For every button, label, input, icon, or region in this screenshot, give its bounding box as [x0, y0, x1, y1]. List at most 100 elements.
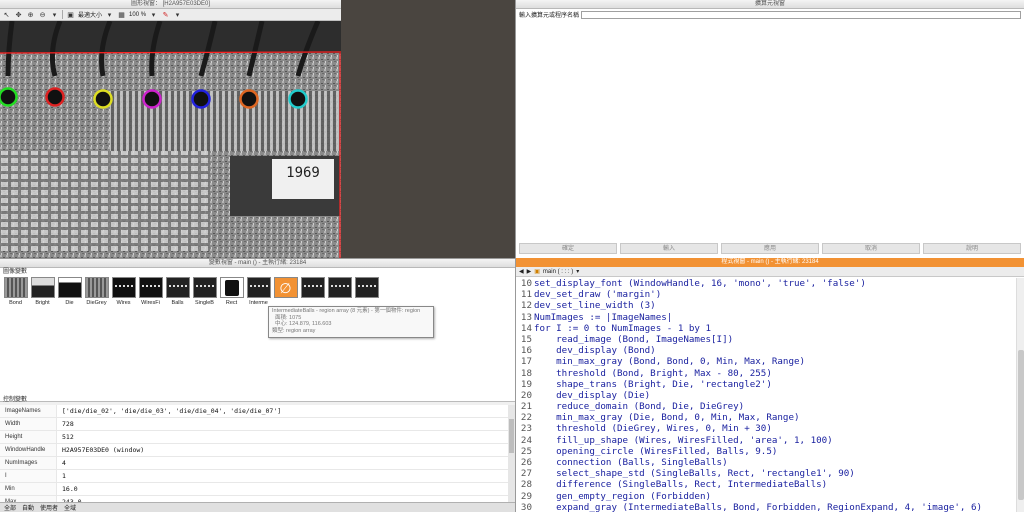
workspace-background: [341, 0, 515, 258]
ok-button[interactable]: 確定: [519, 243, 617, 254]
chevron-down-icon[interactable]: ▾: [149, 10, 158, 19]
code-editor[interactable]: 10 set_display_font (WindowHandle, 16, 'm…: [516, 278, 1016, 512]
code-line[interactable]: 21 reduce_domain (Bond, Die, DieGrey): [516, 401, 1016, 412]
back-icon[interactable]: ◀: [519, 268, 524, 275]
help-button[interactable]: 說明: [923, 243, 1021, 254]
code-line[interactable]: 27 select_shape_std (SingleBalls, Rect, …: [516, 468, 1016, 479]
line-number: 24: [520, 434, 532, 446]
zoom-percent-select[interactable]: 100 %: [129, 12, 146, 18]
iconic-variable-item[interactable]: Wires: [111, 277, 136, 306]
line-number: 14: [520, 322, 532, 334]
iconic-variable-item[interactable]: [300, 277, 325, 306]
code-line[interactable]: 29 gen_empty_region (Forbidden): [516, 491, 1016, 502]
line-number: 16: [520, 345, 532, 357]
code-line[interactable]: 20 dev_display (Die): [516, 390, 1016, 401]
code-line[interactable]: 23 threshold (DieGrey, Wires, 0, Min + 3…: [516, 423, 1016, 434]
control-variable-row[interactable]: NumImages 4: [0, 457, 515, 470]
code-text: select_shape_std (SingleBalls, Rect, 're…: [534, 468, 855, 480]
control-variables-scrollbar[interactable]: [508, 405, 515, 503]
graphics-window: 圖形視窗： [H2A957E03DE0] ↖ ✥ ⊕ ⊖ ▾ ▣ 最適大小 ▾ …: [0, 0, 341, 258]
iconic-variable-item[interactable]: SingleB: [192, 277, 217, 306]
control-variable-row[interactable]: ImageNames ['die/die_02', 'die/die_03', '…: [0, 405, 515, 418]
tab-auto[interactable]: 自動: [22, 503, 34, 512]
line-number: 13: [520, 311, 532, 323]
chevron-down-icon[interactable]: ▾: [576, 268, 579, 275]
iconic-variable-item[interactable]: Interme: [246, 277, 271, 306]
control-variable-row[interactable]: I1: [0, 470, 515, 483]
control-variable-row[interactable]: Width 728: [0, 418, 515, 431]
iconic-variable-item[interactable]: Bright: [30, 277, 55, 306]
iconic-variable-item[interactable]: [327, 277, 352, 306]
iconic-variable-item[interactable]: Bond: [3, 277, 28, 306]
color-tool-icon[interactable]: ✎: [161, 10, 170, 19]
iconic-variable-item[interactable]: Rect: [219, 277, 244, 306]
zoom-level-icon[interactable]: ▦: [117, 10, 126, 19]
zoom-in-icon[interactable]: ⊕: [26, 10, 35, 19]
iconic-variable-item[interactable]: DieGrey: [84, 277, 109, 306]
control-variable-row[interactable]: Height 512: [0, 431, 515, 444]
code-line[interactable]: 22 min_max_gray (Die, Bond, 0, Min, Max,…: [516, 412, 1016, 423]
code-line[interactable]: 28 difference (SingleBalls, Rect, Interm…: [516, 479, 1016, 490]
pointer-icon[interactable]: ↖: [2, 10, 11, 19]
chevron-down-icon[interactable]: ▾: [105, 10, 114, 19]
iconic-variable-item[interactable]: [354, 277, 379, 306]
procedure-icon[interactable]: ▣: [534, 268, 540, 275]
control-variable-row[interactable]: Min 16.0: [0, 483, 515, 496]
operator-name-input[interactable]: [581, 10, 1021, 19]
iconic-variable-item[interactable]: Balls: [165, 277, 190, 306]
code-text: for I := 0 to NumImages - 1 by 1: [534, 322, 712, 334]
pan-icon[interactable]: ✥: [14, 10, 23, 19]
code-line[interactable]: 19 shape_trans (Bright, Die, 'rectangle2…: [516, 379, 1016, 390]
operator-input-row: 輸入擴算元或程序名稱: [516, 9, 1024, 20]
iconic-variable-item[interactable]: WiresFi: [138, 277, 163, 306]
tab-user[interactable]: 使用者: [40, 503, 58, 512]
control-variable-name: Height: [0, 431, 57, 443]
line-number: 15: [520, 333, 532, 345]
enter-button[interactable]: 輸入: [620, 243, 718, 254]
code-line[interactable]: 16 dev_display (Bond): [516, 345, 1016, 356]
code-line[interactable]: 17 min_max_gray (Bond, Bond, 0, Min, Max…: [516, 356, 1016, 367]
line-number: 19: [520, 378, 532, 390]
code-line[interactable]: 11 dev_set_draw ('margin'): [516, 289, 1016, 300]
variable-name-label: Die: [65, 300, 74, 306]
code-text: set_display_font (WindowHandle, 16, 'mon…: [534, 278, 866, 289]
code-line[interactable]: 26 connection (Balls, SingleBalls): [516, 457, 1016, 468]
apply-button[interactable]: 應用: [721, 243, 819, 254]
code-line[interactable]: 30 expand_gray (IntermediateBalls, Bond,…: [516, 502, 1016, 512]
code-scrollbar[interactable]: [1016, 278, 1024, 512]
control-variable-name: WindowHandle: [0, 444, 57, 456]
control-variable-row[interactable]: WindowHandle H2A957E03DE0 (window): [0, 444, 515, 457]
iconic-variable-item[interactable]: Die: [57, 277, 82, 306]
scrollbar-thumb[interactable]: [1018, 350, 1024, 500]
iconic-variable-item[interactable]: ∅: [273, 277, 298, 306]
tooltip-line: 類型: region array: [272, 327, 316, 334]
code-line[interactable]: 10 set_display_font (WindowHandle, 16, 'm…: [516, 278, 1016, 289]
variable-thumbnail: [138, 277, 163, 298]
operator-window-title: 擴算元視窗: [516, 0, 1024, 9]
variables-window-title: 變數視窗 - main () - 主執行緒: 23184: [0, 259, 515, 268]
code-line[interactable]: 18 threshold (Bond, Bright, Max - 80, 25…: [516, 368, 1016, 379]
procedure-select[interactable]: main ( : : : ): [543, 269, 573, 275]
tab-global[interactable]: 全域: [64, 503, 76, 512]
zoom-out-icon[interactable]: ⊖: [38, 10, 47, 19]
chevron-down-icon[interactable]: ▾: [173, 10, 182, 19]
code-line[interactable]: 12 dev_set_line_width (3): [516, 300, 1016, 311]
fit-window-icon[interactable]: ▣: [66, 10, 75, 19]
variable-thumbnail: [3, 277, 28, 298]
graphics-toolbar: ↖ ✥ ⊕ ⊖ ▾ ▣ 最適大小 ▾ ▦ 100 % ▾ ✎ ▾: [0, 9, 341, 21]
zoom-mode-select[interactable]: 最適大小: [78, 10, 102, 19]
tab-all[interactable]: 全部: [4, 503, 16, 512]
code-line[interactable]: 24 fill_up_shape (Wires, WiresFilled, 'a…: [516, 435, 1016, 446]
code-line[interactable]: 13 NumImages := |ImageNames|: [516, 312, 1016, 323]
graphics-canvas[interactable]: 1969: [0, 21, 341, 258]
cancel-button[interactable]: 取消: [822, 243, 920, 254]
variable-thumbnail: [57, 277, 82, 298]
line-number: 27: [520, 468, 532, 480]
control-variables-table: ImageNames ['die/die_02', 'die/die_03', '…: [0, 405, 515, 503]
code-line[interactable]: 14 for I := 0 to NumImages - 1 by 1: [516, 323, 1016, 334]
code-line[interactable]: 15 read_image (Bond, ImageNames[I]): [516, 334, 1016, 345]
zoom-dropdown-icon[interactable]: ▾: [50, 10, 59, 19]
forward-icon[interactable]: ▶: [527, 268, 532, 275]
code-line[interactable]: 25 opening_circle (WiresFilled, Balls, 9…: [516, 446, 1016, 457]
scrollbar-thumb[interactable]: [509, 419, 514, 453]
